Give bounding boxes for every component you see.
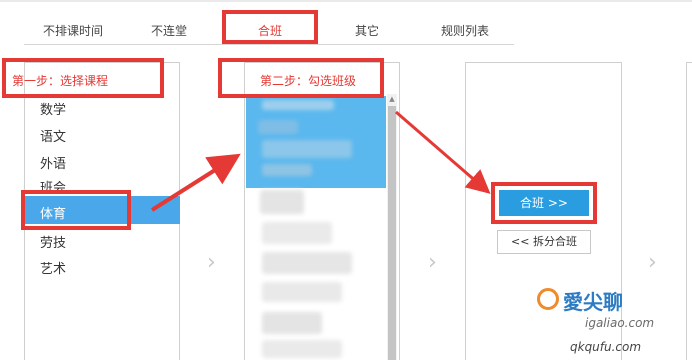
watermark-url-secondary: qkqufu.com: [570, 340, 642, 354]
watermark-brand: 愛尖聊: [563, 290, 623, 314]
watermark-logo-icon: [537, 288, 559, 310]
watermark-url: igaliao.com: [585, 316, 655, 330]
arrow-icon: [150, 153, 241, 212]
arrow-icon: [395, 110, 491, 194]
